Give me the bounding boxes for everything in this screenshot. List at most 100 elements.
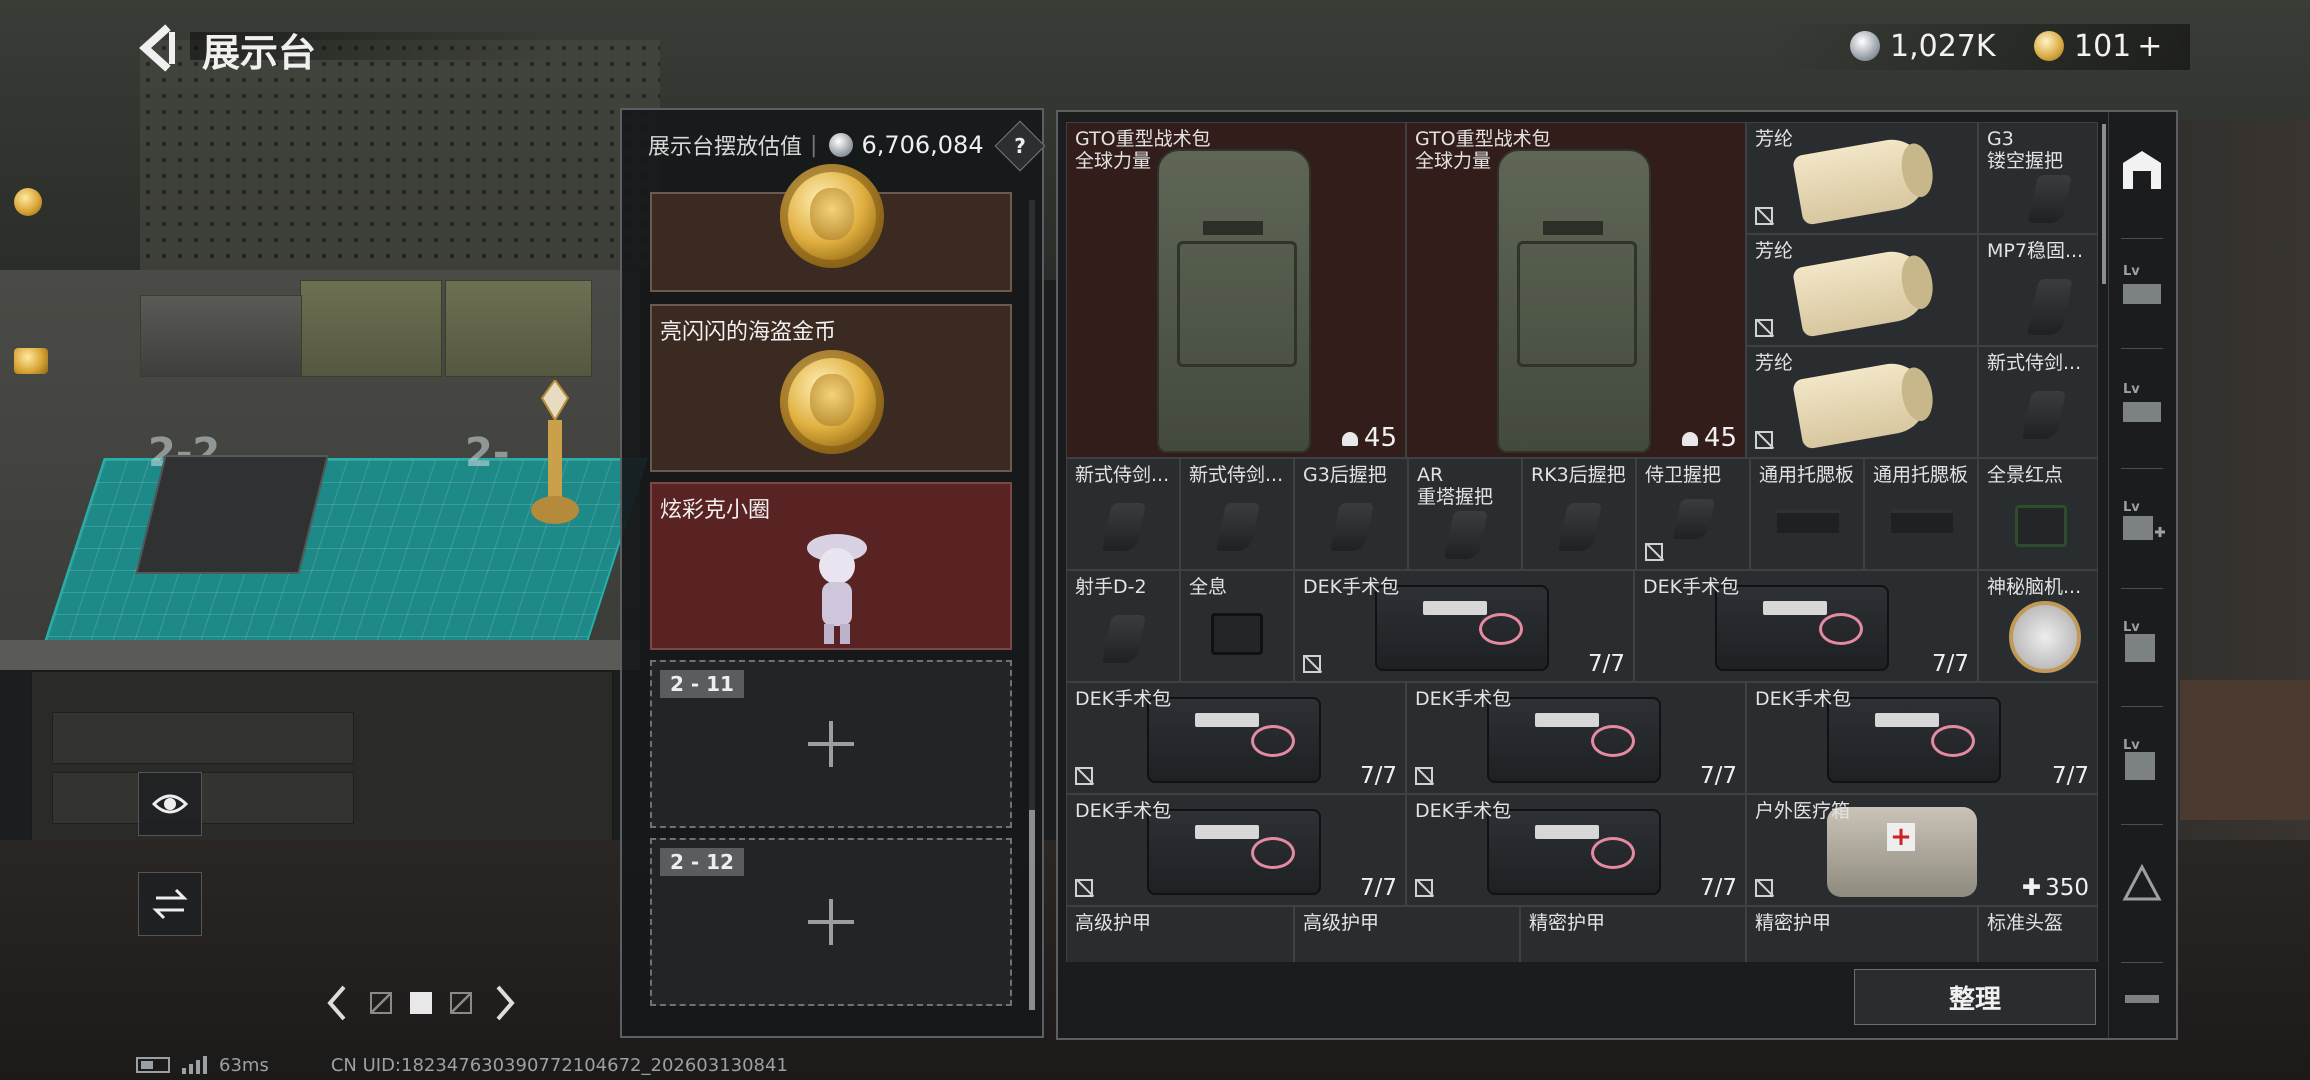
slot-tag: 2 - 11 xyxy=(660,670,744,698)
no-drop-icon xyxy=(1415,767,1433,785)
medkit-image xyxy=(1487,697,1661,783)
cheek-rest-image xyxy=(1891,509,1953,533)
plus-icon: ✚ xyxy=(2021,875,2042,901)
inventory-item[interactable]: G3后握把 xyxy=(1294,458,1408,570)
warehouse-tabs: Lv Lv Lv Lv Lv xyxy=(2108,112,2175,1038)
page-dot[interactable] xyxy=(370,992,392,1014)
inventory-item[interactable]: DEK手术包 7/7 xyxy=(1066,682,1406,794)
empty-display-slot[interactable]: 2 - 12 xyxy=(650,838,1012,1006)
tab-storage-2[interactable]: Lv xyxy=(2115,368,2169,448)
tab-storage-3[interactable]: Lv xyxy=(2115,486,2169,566)
inventory-item[interactable]: DEK手术包 7/7 xyxy=(1294,570,1634,682)
inventory-item[interactable]: 全息 xyxy=(1180,570,1294,682)
no-drop-icon xyxy=(1755,879,1773,897)
swap-button[interactable] xyxy=(138,872,202,936)
medkit-image xyxy=(1147,809,1321,895)
page-title: 展示台 xyxy=(202,31,317,75)
empty-display-slot[interactable]: 2 - 11 xyxy=(650,660,1012,828)
trophy-prop xyxy=(531,380,579,524)
inventory-item[interactable]: 新式侍剑... xyxy=(1978,346,2098,458)
tab-all[interactable] xyxy=(2115,130,2169,210)
inventory-item[interactable]: 芳纶 xyxy=(1746,234,1978,346)
metal-case xyxy=(140,295,302,377)
inventory-item[interactable]: RK3后握把 xyxy=(1522,458,1636,570)
inventory-item[interactable]: 芳纶 xyxy=(1746,346,1978,458)
grip-image xyxy=(1101,503,1147,551)
view-toggle-button[interactable] xyxy=(138,772,202,836)
display-value: 6,706,084 xyxy=(861,131,984,159)
next-page-icon[interactable] xyxy=(490,983,520,1023)
inventory-item[interactable]: 精密护甲 xyxy=(1746,906,1978,962)
red-dot-image xyxy=(2015,505,2067,547)
inventory-item[interactable]: 户外医疗箱 ✚350 xyxy=(1746,794,2098,906)
swap-icon xyxy=(152,888,188,920)
inventory-item[interactable]: GTO重型战术包 全球力量 45 xyxy=(1406,122,1746,458)
inventory-item[interactable]: 神秘脑机... xyxy=(1978,570,2098,682)
cheek-rest-image xyxy=(1777,509,1839,533)
backpack-image xyxy=(1497,149,1651,453)
inventory-item[interactable]: DEK手术包 7/7 xyxy=(1746,682,2098,794)
silver-amount: 1,027K xyxy=(1890,28,1996,64)
item-uses: 7/7 xyxy=(1359,763,1397,789)
inventory-item[interactable]: 通用托腮板 xyxy=(1750,458,1864,570)
page-dot[interactable] xyxy=(450,992,472,1014)
display-slot[interactable]: 炫彩克小圈 xyxy=(650,482,1012,650)
inventory-item[interactable]: DEK手术包 7/7 xyxy=(1066,794,1406,906)
page-dot-active[interactable] xyxy=(410,992,432,1014)
tab-storage-5[interactable]: Lv xyxy=(2115,724,2169,804)
inventory-item[interactable]: 侍卫握把 xyxy=(1636,458,1750,570)
no-drop-icon xyxy=(1755,431,1773,449)
inventory-item[interactable]: AR 重塔握把 xyxy=(1408,458,1522,570)
medkit-image xyxy=(1715,585,1889,671)
ping-text: 63ms xyxy=(219,1054,269,1076)
item-name: 新式侍剑... xyxy=(1987,352,2082,374)
help-icon: ? xyxy=(1014,134,1026,158)
gold-amount: 101 xyxy=(2074,28,2132,64)
medkit-image xyxy=(1375,585,1549,671)
display-slot[interactable] xyxy=(650,164,1012,292)
back-arrow-icon[interactable] xyxy=(135,24,177,72)
inventory-item[interactable]: DEK手术包 7/7 xyxy=(1406,794,1746,906)
inventory-item[interactable]: 高级护甲 xyxy=(1294,906,1520,962)
grip-image xyxy=(2027,279,2073,335)
item-name: RK3后握把 xyxy=(1531,464,1626,486)
brain-chip-image xyxy=(2009,601,2081,673)
inventory-item[interactable]: 新式侍剑... xyxy=(1066,458,1180,570)
sort-button[interactable]: 整理 xyxy=(1854,969,2096,1025)
item-name: DEK手术包 xyxy=(1415,688,1512,710)
prev-page-icon[interactable] xyxy=(322,983,352,1023)
display-slot[interactable]: 亮闪闪的海盗金币 xyxy=(650,304,1012,472)
ammo-crate xyxy=(445,280,592,377)
inventory-item[interactable]: 通用托腮板 xyxy=(1864,458,1978,570)
display-stand-panel: 展示台摆放估值 | 6,706,084 ? 亮闪闪的海盗金币 炫彩克小圈 2 -… xyxy=(620,108,1046,1038)
gold-currency[interactable]: 101 + xyxy=(2034,22,2162,70)
tab-storage-1[interactable]: Lv xyxy=(2115,250,2169,330)
inventory-item[interactable]: GTO重型战术包 全球力量 45 xyxy=(1066,122,1406,458)
gold-add-button[interactable]: + xyxy=(2137,29,2162,64)
inventory-item[interactable]: 新式侍剑... xyxy=(1180,458,1294,570)
drawer xyxy=(52,712,354,764)
tab-storage-4[interactable]: Lv xyxy=(2115,606,2169,686)
inventory-item[interactable]: MP7稳固... xyxy=(1978,234,2098,346)
inventory-item[interactable]: 高级护甲 xyxy=(1066,906,1294,962)
inventory-item[interactable]: 精密护甲 xyxy=(1520,906,1746,962)
grip-image xyxy=(1215,503,1261,551)
inventory-item[interactable]: 全景红点 xyxy=(1978,458,2098,570)
no-drop-icon xyxy=(1645,543,1663,561)
item-durability: 45 xyxy=(1341,423,1397,453)
backpack-image xyxy=(1157,149,1311,453)
panel-scrollbar[interactable] xyxy=(1029,200,1035,1010)
inventory-scrollbar[interactable] xyxy=(2102,124,2106,284)
inventory-item[interactable]: 射手D-2 xyxy=(1066,570,1180,682)
inventory-item[interactable]: DEK手术包 7/7 xyxy=(1634,570,1978,682)
inventory-item[interactable]: 芳纶 xyxy=(1746,122,1978,234)
server-prop xyxy=(135,455,329,574)
inventory-item[interactable]: 标准头盔 xyxy=(1978,906,2098,962)
inventory-item[interactable]: G3 镂空握把 xyxy=(1978,122,2098,234)
tab-storage-7[interactable] xyxy=(2115,972,2169,1022)
tab-storage-6[interactable] xyxy=(2115,844,2169,924)
scroll-thumb[interactable] xyxy=(1029,810,1035,1010)
no-drop-icon xyxy=(1755,319,1773,337)
inventory-item[interactable]: DEK手术包 7/7 xyxy=(1406,682,1746,794)
no-drop-icon xyxy=(1755,207,1773,225)
